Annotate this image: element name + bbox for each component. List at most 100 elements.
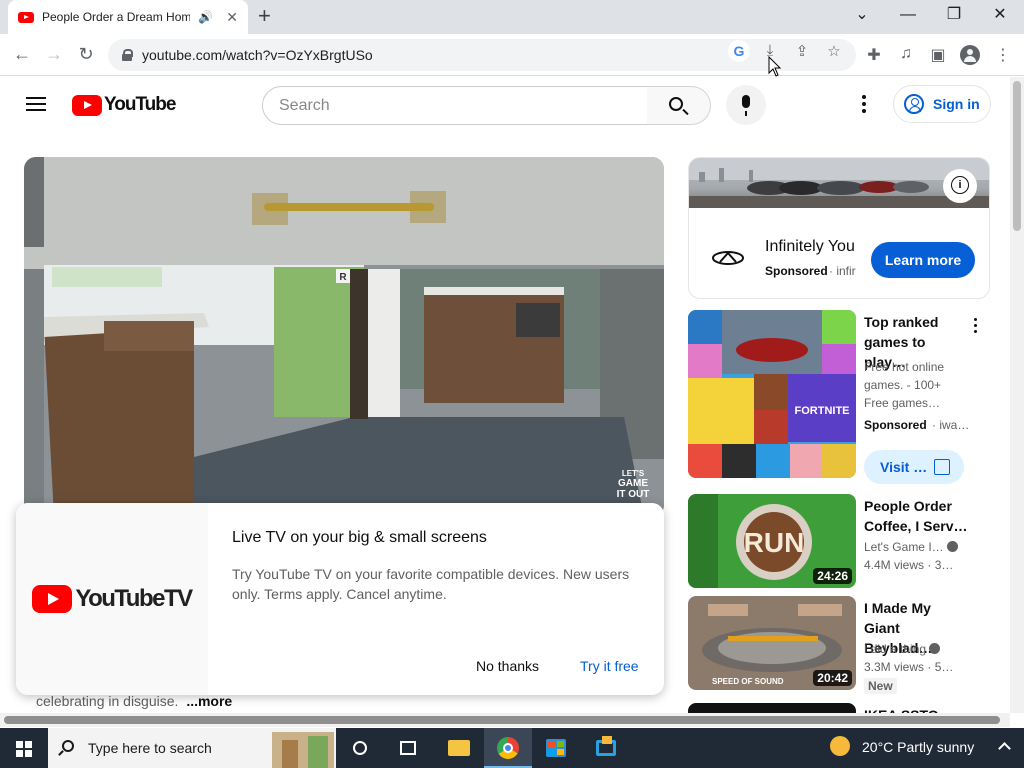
widgets-icon[interactable]: [384, 728, 432, 768]
task-view-icon[interactable]: [336, 728, 384, 768]
video-player[interactable]: R LET'S GAME IT OUT: [24, 157, 664, 517]
browser-menu-icon[interactable]: ⋮: [992, 45, 1014, 65]
horizontal-scrollbar-thumb[interactable]: [4, 716, 1000, 724]
bookmark-star-icon[interactable]: ☆: [824, 42, 844, 60]
settings-menu-icon[interactable]: [862, 95, 866, 116]
games-thumbnail[interactable]: FORTNITE: [688, 310, 856, 478]
video-stats: 3.3M views · 5…: [864, 660, 954, 674]
file-explorer-icon[interactable]: [434, 728, 482, 768]
learn-more-button[interactable]: Learn more: [871, 242, 975, 278]
video-stats: 4.4M views · 3…: [864, 558, 954, 572]
tab-search-button[interactable]: ⌄: [840, 4, 884, 26]
video-description[interactable]: celebrating in disguise. ...more: [36, 693, 232, 709]
side-panel-icon[interactable]: ▣: [927, 45, 949, 65]
sponsored-ad-card[interactable]: Infinitely You Sponsored · infir Learn m…: [688, 157, 990, 299]
description-snippet: celebrating in disguise.: [36, 693, 179, 709]
youtube-logo[interactable]: YouTube: [72, 94, 176, 116]
url-text[interactable]: youtube.com/watch?v=OzYxBrgtUSo: [142, 47, 373, 63]
video-thumbnail[interactable]: [688, 703, 856, 713]
chrome-taskbar-icon[interactable]: [484, 728, 532, 768]
no-thanks-button[interactable]: No thanks: [476, 658, 539, 674]
action-menu-icon[interactable]: [974, 318, 978, 336]
sign-in-button[interactable]: Sign in: [893, 85, 991, 123]
show-hidden-icons-chevron-icon[interactable]: [998, 742, 1011, 755]
promo-title: Live TV on your big & small screens: [232, 529, 487, 546]
try-it-free-button[interactable]: Try it free: [580, 658, 639, 674]
channel-name[interactable]: Let's Game I…: [864, 540, 964, 554]
recommendation-video[interactable]: SPEED OF SOUND 20:42 I Made My Giant Bey…: [688, 596, 990, 694]
browser-toolbar: ← → ↻ youtube.com/watch?v=OzYxBrgtUSo G …: [0, 34, 1024, 76]
forward-button[interactable]: →: [42, 43, 66, 65]
video-thumbnail[interactable]: SPEED OF SOUND 20:42: [688, 596, 856, 690]
weather-text: 20°C Partly sunny: [862, 739, 975, 755]
voice-search-button[interactable]: [726, 85, 766, 125]
guide-menu-icon[interactable]: [26, 97, 46, 111]
recommendation-title[interactable]: IKEA SSTO: [864, 705, 968, 713]
external-link-icon: [934, 459, 950, 475]
ad-sponsored-label: Sponsored: [765, 264, 828, 278]
maximize-button[interactable]: ❐: [932, 4, 976, 26]
vertical-scrollbar[interactable]: [1010, 77, 1024, 713]
youtube-tv-logo-text: YouTubeTV: [75, 585, 193, 612]
recommendation-sponsored-games[interactable]: FORTNITE Top ranked games to play… Free …: [688, 310, 990, 484]
search-button[interactable]: [647, 86, 711, 125]
svg-text:GAME: GAME: [618, 478, 648, 489]
youtube-tv-play-icon: [32, 585, 73, 613]
account-icon: [904, 94, 924, 114]
tab-title: People Order a Dream Hom: [42, 10, 190, 24]
recommendation-video[interactable]: IKEA SSTO: [688, 703, 990, 713]
reload-button[interactable]: ↻: [74, 43, 98, 65]
video-thumbnail[interactable]: RUN 24:26: [688, 494, 856, 588]
youtube-play-logo-icon: [72, 94, 102, 116]
visit-label: Visit …: [880, 459, 928, 475]
windows-taskbar: Type here to search 20°C Partly sunny: [0, 728, 1024, 768]
recommendation-title[interactable]: People Order Coffee, I Serv…: [864, 496, 968, 536]
minimize-button[interactable]: —: [886, 4, 930, 26]
duration-badge: 24:26: [813, 568, 852, 584]
ad-title[interactable]: Infinitely You: [765, 238, 855, 256]
media-control-icon[interactable]: ♫: [895, 45, 917, 63]
close-window-button[interactable]: ✕: [978, 4, 1022, 26]
recommendation-description: Free hot online games. - 100+ Free games…: [864, 360, 945, 410]
browser-tab[interactable]: People Order a Dream Hom 🔊 ✕: [8, 0, 248, 34]
ad-banner-image[interactable]: [689, 158, 989, 208]
search-highlight-image: [272, 732, 334, 768]
svg-text:FORTNITE: FORTNITE: [795, 405, 850, 417]
video-frame[interactable]: R LET'S GAME IT OUT: [24, 157, 664, 517]
horizontal-scrollbar[interactable]: [0, 713, 1010, 727]
tab-close-icon[interactable]: ✕: [226, 9, 238, 26]
channel-name[interactable]: I did a thing: [864, 642, 964, 656]
scrollbar-thumb[interactable]: [1013, 81, 1021, 231]
svg-text:IT OUT: IT OUT: [617, 489, 650, 500]
ad-info-icon[interactable]: [943, 169, 977, 203]
remote-desktop-icon[interactable]: [582, 728, 630, 768]
verified-check-icon: [929, 643, 941, 654]
sign-in-label: Sign in: [933, 96, 980, 112]
google-lens-icon[interactable]: G: [728, 40, 750, 62]
recommendation-video[interactable]: RUN 24:26 People Order Coffee, I Serv… L…: [688, 494, 990, 588]
windows-start-icon[interactable]: [16, 741, 32, 757]
description-more-link[interactable]: ...more: [186, 693, 232, 709]
visit-site-button[interactable]: Visit …: [864, 450, 964, 484]
infiniti-logo: [712, 251, 744, 265]
partly-sunny-icon: [830, 736, 850, 756]
search-icon: [669, 97, 683, 111]
store-icon[interactable]: [532, 728, 580, 768]
thumbnail-text: SPEED OF SOUND: [712, 677, 784, 686]
thumbnail-text: RUN: [744, 527, 805, 558]
video-corner-label: R: [339, 272, 347, 283]
audio-playing-icon[interactable]: 🔊: [198, 10, 213, 24]
back-button[interactable]: ←: [10, 43, 34, 65]
search-input[interactable]: Search: [262, 86, 648, 125]
extensions-puzzle-icon[interactable]: ✚: [863, 45, 885, 65]
taskbar-search-box[interactable]: Type here to search: [48, 728, 336, 768]
microphone-icon: [742, 95, 750, 116]
new-tab-button[interactable]: +: [258, 5, 271, 27]
share-icon[interactable]: ⇪: [792, 42, 812, 60]
youtube-watch-page: YouTube Search Sign in R LET'S GAME IT O…: [0, 77, 1010, 713]
youtube-tv-logo: YouTubeTV: [16, 503, 208, 695]
lock-icon[interactable]: [122, 49, 133, 61]
taskbar-search-placeholder: Type here to search: [88, 740, 212, 756]
mouse-cursor-icon: [768, 56, 782, 77]
profile-avatar-icon[interactable]: [960, 45, 980, 65]
